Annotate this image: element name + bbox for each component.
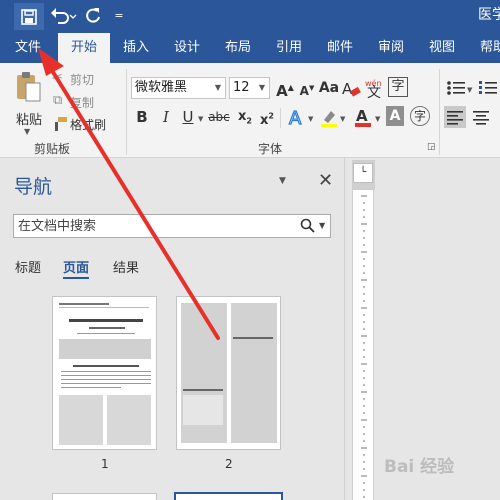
annotation-arrow	[38, 48, 220, 340]
